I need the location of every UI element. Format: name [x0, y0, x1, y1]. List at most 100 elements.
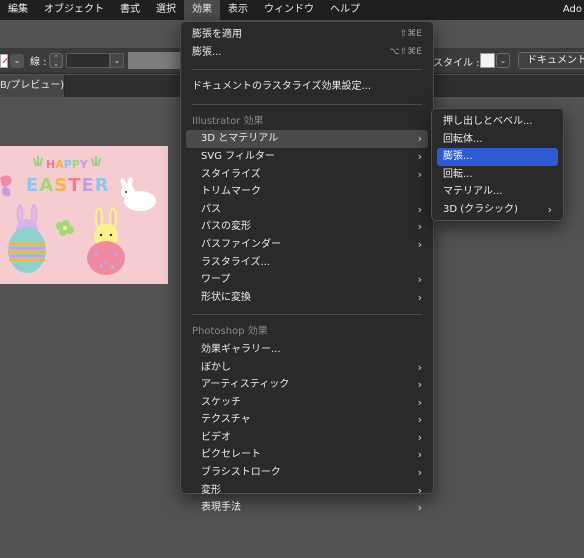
effects-menu: 膨張を適用 ⇧⌘E 膨張... ⌥⇧⌘E ドキュメントのラスタライズ効果設定..…	[180, 21, 434, 514]
menu-select[interactable]: 選択	[148, 0, 184, 20]
stroke-weight-stepper[interactable]: ⌃ ⌄	[49, 53, 63, 68]
menu-item-sketch[interactable]: スケッチ ›	[186, 394, 428, 412]
menu-separator	[192, 314, 422, 316]
style-label: スタイル :	[433, 58, 480, 69]
distort-transform-label: パスの変形	[201, 221, 251, 233]
menu-window[interactable]: ウィンドウ	[256, 0, 322, 20]
menu-item-svg-filters[interactable]: SVG フィルター ›	[186, 148, 428, 166]
menu-item-brush-strokes[interactable]: ブラシストローク ›	[186, 464, 428, 482]
distort-label: 変形	[201, 484, 221, 496]
menu-item-artistic[interactable]: アーティスティック ›	[186, 376, 428, 394]
menu-item-path[interactable]: パス ›	[186, 201, 428, 219]
menu-item-distort[interactable]: 変形 ›	[186, 482, 428, 500]
menu-item-revolve[interactable]: 回転体...	[437, 131, 558, 149]
chevron-right-icon: ›	[417, 360, 422, 374]
pathfinder-label: パスファインダー	[201, 238, 281, 250]
3d-materials-label: 3D とマテリアル	[201, 133, 279, 145]
menu-item-3d-classic[interactable]: 3D (クラシック) ›	[437, 201, 558, 219]
chevron-right-icon: ›	[417, 501, 422, 515]
menu-item-crop-marks[interactable]: トリムマーク	[186, 183, 428, 201]
menu-item-extrude-bevel[interactable]: 押し出しとベベル...	[437, 113, 558, 131]
last-effect-shortcut: ⌥⇧⌘E	[389, 46, 422, 57]
stylize-label: スタイライズ	[201, 168, 261, 180]
apply-last-effect-label: 膨張を適用	[192, 29, 242, 40]
menu-item-rasterize[interactable]: ラスタライズ...	[186, 254, 428, 272]
menu-object[interactable]: オブジェクト	[36, 0, 112, 20]
menu-type[interactable]: 書式	[112, 0, 148, 20]
chevron-right-icon: ›	[417, 483, 422, 497]
menu-separator	[192, 103, 422, 105]
menu-effect[interactable]: 効果	[184, 0, 220, 20]
stroke-weight-dropdown[interactable]: ⌄	[110, 53, 124, 68]
menu-item-convert-to-shape[interactable]: 形状に変換 ›	[186, 289, 428, 307]
happy-text: HAPPY	[46, 158, 89, 171]
effect-gallery-label: 効果ギャラリー...	[201, 343, 281, 355]
menu-item-blur[interactable]: ぼかし ›	[186, 359, 428, 377]
menu-item-effect-gallery[interactable]: 効果ギャラリー...	[186, 341, 428, 359]
fill-swatch[interactable]	[0, 54, 8, 68]
svg-filters-label: SVG フィルター	[201, 150, 275, 162]
3d-classic-label: 3D (クラシック)	[443, 203, 518, 215]
chevron-right-icon: ›	[417, 395, 422, 409]
menu-item-rotate[interactable]: 回転...	[437, 166, 558, 184]
menu-item-pathfinder[interactable]: パスファインダー ›	[186, 236, 428, 254]
rasterize-label: ラスタライズ...	[201, 256, 271, 268]
menu-item-stylize[interactable]: スタイライズ ›	[186, 166, 428, 184]
chevron-right-icon: ›	[417, 167, 422, 181]
menu-item-3d-materials[interactable]: 3D とマテリアル ›	[186, 130, 428, 148]
menu-item-distort-transform[interactable]: パスの変形 ›	[186, 218, 428, 236]
path-label: パス	[201, 203, 221, 215]
stroke-weight-field[interactable]	[66, 53, 110, 68]
menu-item-materials[interactable]: マテリアル...	[437, 183, 558, 201]
convert-to-shape-label: 形状に変換	[201, 291, 251, 303]
menu-item-inflate[interactable]: 膨張...	[437, 148, 558, 166]
section-illustrator-effects: Illustrator 効果	[192, 115, 264, 127]
revolve-label: 回転体...	[443, 133, 483, 145]
chevron-right-icon: ›	[417, 290, 422, 304]
chevron-right-icon: ›	[417, 149, 422, 163]
menu-item-video[interactable]: ビデオ ›	[186, 429, 428, 447]
document-setup-button[interactable]: ドキュメント設	[518, 52, 584, 69]
menu-item-last-effect[interactable]: 膨張... ⌥⇧⌘E	[186, 44, 428, 62]
chevron-right-icon: ›	[417, 132, 422, 146]
extrude-bevel-label: 押し出しとベベル...	[443, 116, 533, 127]
variable-width-profile[interactable]	[128, 52, 180, 69]
chevron-right-icon: ›	[417, 220, 422, 234]
stylize-ps-label: 表現手法	[201, 502, 241, 514]
submenu-3d-materials: 押し出しとベベル... 回転体... 膨張... 回転... マテリアル... …	[431, 108, 564, 221]
blur-label: ぼかし	[201, 361, 231, 373]
fill-dropdown[interactable]: ⌄	[10, 54, 24, 68]
warp-label: ワープ	[201, 274, 231, 286]
chevron-right-icon: ›	[417, 202, 422, 216]
menu-help[interactable]: ヘルプ	[322, 0, 368, 20]
menu-item-texture[interactable]: テクスチャ ›	[186, 411, 428, 429]
menu-edit[interactable]: 編集	[0, 0, 36, 20]
menu-item-stylize-ps[interactable]: 表現手法 ›	[186, 499, 428, 517]
menu-item-pixelate[interactable]: ピクセレート ›	[186, 446, 428, 464]
menu-item-warp[interactable]: ワープ ›	[186, 271, 428, 289]
pixelate-label: ピクセレート	[201, 449, 261, 461]
chevron-right-icon: ›	[417, 430, 422, 444]
section-photoshop-effects: Photoshop 効果	[192, 326, 268, 338]
graphic-style-swatch[interactable]	[480, 53, 495, 68]
easter-text: EASTER	[26, 175, 110, 196]
menu-view[interactable]: 表示	[220, 0, 256, 20]
rotate-label: 回転...	[443, 168, 473, 180]
menu-separator	[192, 69, 422, 71]
chevron-right-icon: ›	[547, 202, 552, 216]
easter-illustration: HAPPY EASTER	[0, 156, 156, 275]
chevron-right-icon: ›	[417, 273, 422, 287]
menu-item-raster-effects-settings[interactable]: ドキュメントのラスタライズ効果設定...	[186, 78, 428, 96]
sketch-label: スケッチ	[201, 396, 241, 408]
graphic-style-dropdown[interactable]: ⌄	[496, 53, 510, 68]
apply-last-effect-shortcut: ⇧⌘E	[399, 29, 422, 39]
app-name-truncated: Ado	[562, 4, 582, 15]
document-tab[interactable]: B/プレビュー)	[0, 75, 65, 97]
chevron-right-icon: ›	[417, 466, 422, 480]
artistic-label: アーティスティック	[201, 379, 290, 391]
chevron-right-icon: ›	[417, 413, 422, 427]
video-label: ビデオ	[201, 431, 231, 443]
menu-item-apply-last-effect[interactable]: 膨張を適用 ⇧⌘E	[186, 26, 428, 44]
chevron-right-icon: ›	[417, 378, 422, 392]
artboard[interactable]: HAPPY EASTER	[0, 146, 168, 284]
